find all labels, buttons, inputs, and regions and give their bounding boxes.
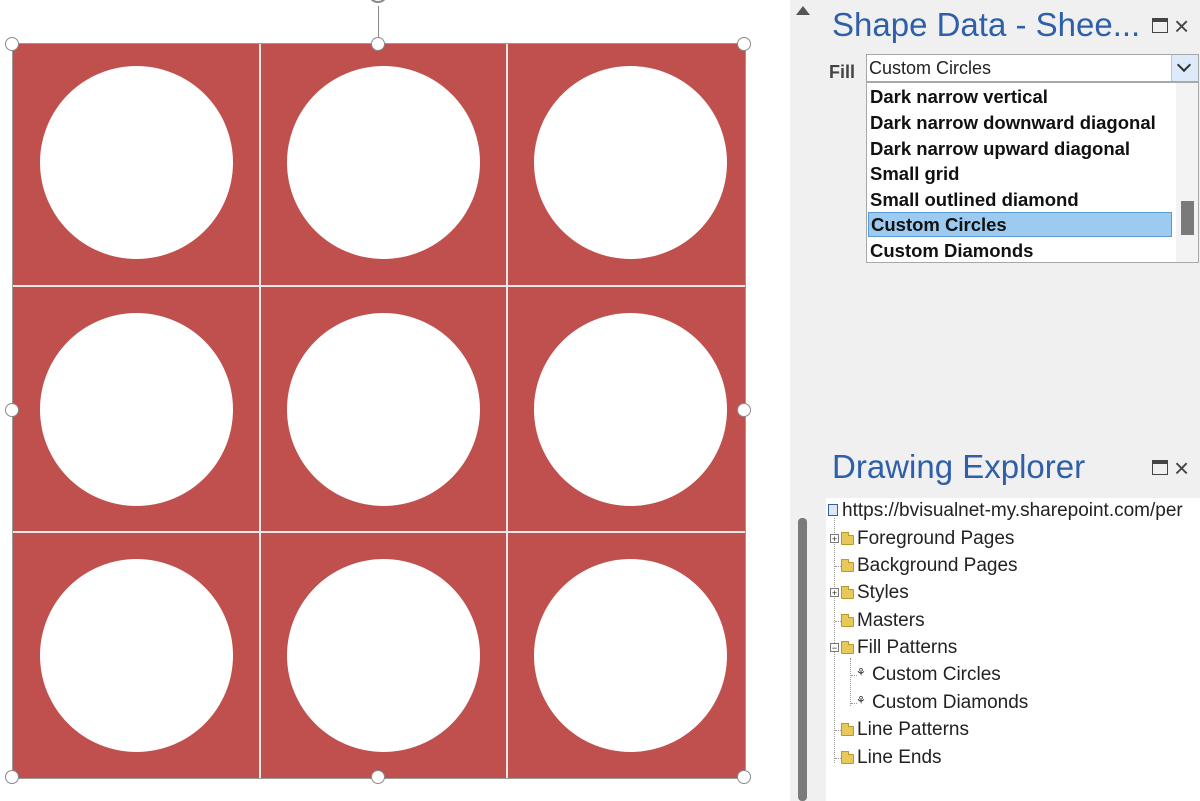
tree-node-label: Foreground Pages xyxy=(857,528,1015,549)
fill-option[interactable]: Small grid xyxy=(868,161,1172,186)
folder-icon xyxy=(841,559,854,572)
selection-border xyxy=(12,43,746,779)
resize-handle-right[interactable] xyxy=(737,403,751,417)
tree-connector xyxy=(850,658,852,706)
drawing-canvas[interactable] xyxy=(0,0,790,801)
explorer-tree[interactable]: https://bvisualnet-my.sharepoint.com/per… xyxy=(826,498,1200,801)
resize-handle-bottom[interactable] xyxy=(371,770,385,784)
tree-node-label: Background Pages xyxy=(857,555,1018,576)
fill-selected-value: Custom Circles xyxy=(869,58,992,78)
folder-icon xyxy=(841,586,854,599)
resize-handle-left[interactable] xyxy=(5,403,19,417)
canvas-vertical-scrollbar[interactable] xyxy=(790,0,816,801)
fill-option[interactable]: Small outlined diamond xyxy=(868,187,1172,212)
open-folder-icon xyxy=(841,641,854,654)
list-scroll-thumb[interactable] xyxy=(1181,201,1194,235)
chevron-down-icon xyxy=(1176,57,1192,73)
rotation-stem xyxy=(378,6,379,38)
shape-data-panel: Shape Data - Shee... × Fill Custom Circl… xyxy=(816,0,1200,434)
fill-pattern-icon: ⚘ xyxy=(856,695,866,707)
close-icon[interactable]: × xyxy=(1174,455,1189,481)
fill-option[interactable]: Custom Diamonds xyxy=(868,238,1172,262)
tree-node-label: Line Patterns xyxy=(857,719,969,740)
resize-handle-bottom-left[interactable] xyxy=(5,770,19,784)
tree-node-label: Masters xyxy=(857,610,925,631)
fill-option[interactable]: Dark narrow downward diagonal xyxy=(868,110,1172,135)
folder-icon xyxy=(841,532,854,545)
folder-icon xyxy=(841,614,854,627)
fill-dropdown[interactable]: Custom Circles xyxy=(866,54,1199,82)
dropdown-button[interactable] xyxy=(1171,55,1198,81)
list-scrollbar[interactable] xyxy=(1176,83,1198,262)
resize-handle-top[interactable] xyxy=(371,37,385,51)
scroll-up-arrow-icon[interactable] xyxy=(796,6,810,15)
tree-node-label: Line Ends xyxy=(857,747,942,768)
restore-window-icon[interactable] xyxy=(1152,18,1168,33)
tree-root-label: https://bvisualnet-my.sharepoint.com/per xyxy=(842,500,1183,521)
panel-title: Shape Data - Shee... xyxy=(832,6,1141,43)
folder-icon xyxy=(841,723,854,736)
rotation-handle-icon[interactable] xyxy=(365,0,391,7)
resize-handle-top-left[interactable] xyxy=(5,37,19,51)
resize-handle-bottom-right[interactable] xyxy=(737,770,751,784)
restore-window-icon[interactable] xyxy=(1152,460,1168,475)
expand-icon[interactable]: + xyxy=(830,534,839,544)
drawing-explorer-panel: Drawing Explorer × https://bvisualnet-my… xyxy=(816,434,1200,801)
fill-options-list[interactable]: Dark narrow vertical Dark narrow downwar… xyxy=(866,82,1199,263)
folder-icon xyxy=(841,751,854,764)
fill-option-selected[interactable]: Custom Circles xyxy=(868,212,1172,237)
tree-node-label: Custom Circles xyxy=(872,664,1001,685)
tree-node-label: Custom Diamonds xyxy=(872,692,1029,713)
fill-pattern-icon: ⚘ xyxy=(856,667,866,679)
fill-option[interactable]: Dark narrow upward diagonal xyxy=(868,136,1172,161)
fill-option[interactable]: Dark narrow vertical xyxy=(868,84,1172,109)
resize-handle-top-right[interactable] xyxy=(737,37,751,51)
tree-connector xyxy=(834,518,836,763)
collapse-icon[interactable]: − xyxy=(830,643,839,653)
tree-node-label: Styles xyxy=(857,582,909,603)
panel-title: Drawing Explorer xyxy=(832,448,1086,485)
document-icon xyxy=(828,504,838,516)
fill-label: Fill xyxy=(829,62,855,82)
expand-icon[interactable]: + xyxy=(830,588,839,598)
tree-node-label: Fill Patterns xyxy=(857,637,958,658)
scroll-thumb[interactable] xyxy=(798,518,807,801)
close-icon[interactable]: × xyxy=(1174,13,1189,39)
